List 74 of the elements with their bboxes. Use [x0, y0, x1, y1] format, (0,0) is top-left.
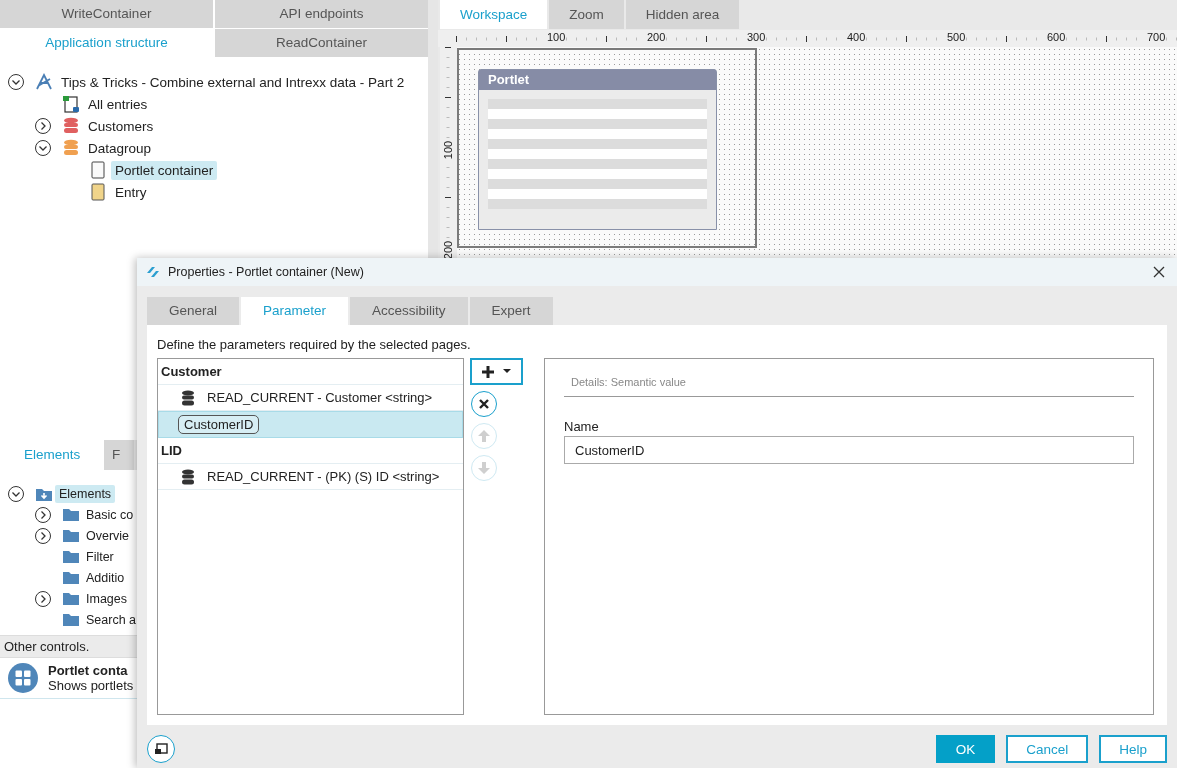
details-heading: Details: Semantic value: [564, 359, 1134, 397]
expand-toggle-icon[interactable]: [33, 526, 53, 545]
page-icon: [91, 161, 105, 179]
group-header: LID: [158, 438, 463, 464]
group-header: Customer: [158, 359, 463, 385]
tab[interactable]: F: [104, 440, 134, 470]
add-dropdown-button[interactable]: [470, 358, 523, 385]
app-logo-icon: [146, 266, 160, 278]
ruler-label: 600: [1046, 31, 1067, 43]
collapse-toggle-icon[interactable]: [6, 73, 26, 91]
ruler-label: 400: [846, 31, 867, 43]
tab[interactable]: API endpoints: [215, 0, 428, 28]
ruler-label: 500: [946, 31, 967, 43]
tree-item[interactable]: Filter: [82, 547, 118, 566]
tab[interactable]: Expert: [469, 297, 553, 325]
tab[interactable]: ReadContainer: [215, 29, 428, 57]
ruler-label: 700: [1146, 31, 1167, 43]
close-icon: [1153, 266, 1165, 278]
ruler-label: 100: [442, 140, 455, 160]
expand-toggle-icon[interactable]: [33, 505, 53, 524]
tree-item[interactable]: Search a: [82, 610, 137, 627]
page-icon: [91, 183, 105, 201]
tab[interactable]: WriteContainer: [0, 0, 213, 28]
tree-item[interactable]: Portlet container: [111, 160, 218, 180]
field-label: Name: [564, 419, 600, 434]
database-icon: [181, 468, 195, 485]
element-title: Portlet conta: [48, 663, 129, 678]
portlet-title: Portlet: [479, 70, 716, 90]
expand-toggle-icon[interactable]: [33, 117, 53, 135]
page-icon: [62, 95, 80, 113]
window-mode-button[interactable]: [147, 735, 175, 763]
tree-item[interactable]: Images: [82, 589, 131, 608]
folder-icon: [62, 570, 80, 585]
tree-item[interactable]: Basic co: [82, 505, 137, 524]
ruler-label: 300: [746, 31, 767, 43]
tree-item[interactable]: Additio: [82, 568, 129, 587]
folder-icon: [62, 528, 80, 543]
instruction-text: Define the parameters required by the selected pages.: [156, 336, 472, 354]
folder-icon: [62, 612, 80, 627]
caret-icon: [503, 369, 511, 374]
tree-item[interactable]: Overvie: [82, 526, 134, 545]
collapse-toggle-icon[interactable]: [33, 139, 53, 157]
grid-icon: [7, 662, 39, 694]
compass-icon: [35, 73, 53, 91]
folder-icon: [62, 591, 80, 606]
window-title: Properties - Portlet container (New): [168, 265, 365, 279]
tab[interactable]: Hidden area: [625, 0, 740, 29]
database-icon: [181, 389, 195, 406]
tree-item[interactable]: Customers: [84, 116, 158, 136]
description-text: Other controls.: [0, 635, 137, 658]
arrow-up-icon: [478, 430, 490, 442]
cross-icon: [479, 399, 489, 409]
tab[interactable]: General: [147, 297, 240, 325]
window-icon: [154, 743, 168, 755]
arrow-down-icon: [478, 462, 490, 474]
parameter-row[interactable]: CustomerID: [158, 411, 463, 438]
folder-icon: [62, 549, 80, 564]
collapse-toggle-icon[interactable]: [6, 484, 26, 503]
ruler-label: 200: [646, 31, 667, 43]
tree-item[interactable]: All entries: [84, 94, 152, 114]
tree-item[interactable]: Elements: [55, 484, 116, 503]
folder-icon: [62, 507, 80, 522]
tab[interactable]: Accessibility: [350, 297, 468, 325]
ruler-label: 100: [546, 31, 567, 43]
tree-item[interactable]: Datagroup: [84, 138, 156, 158]
tab[interactable]: Zoom: [549, 0, 624, 29]
tree-item[interactable]: Entry: [111, 182, 151, 202]
expand-toggle-icon[interactable]: [33, 589, 53, 608]
parameter-row[interactable]: READ_CURRENT - (PK) (S) ID <string>: [158, 464, 463, 490]
element-description: Shows portlets: [48, 678, 134, 693]
name-input[interactable]: CustomerID: [564, 436, 1134, 464]
plus-icon: [482, 365, 494, 378]
delete-button[interactable]: [471, 391, 497, 417]
tree-item[interactable]: Tips & Tricks - Combine external and Intrexx data - Part 2: [57, 72, 409, 92]
